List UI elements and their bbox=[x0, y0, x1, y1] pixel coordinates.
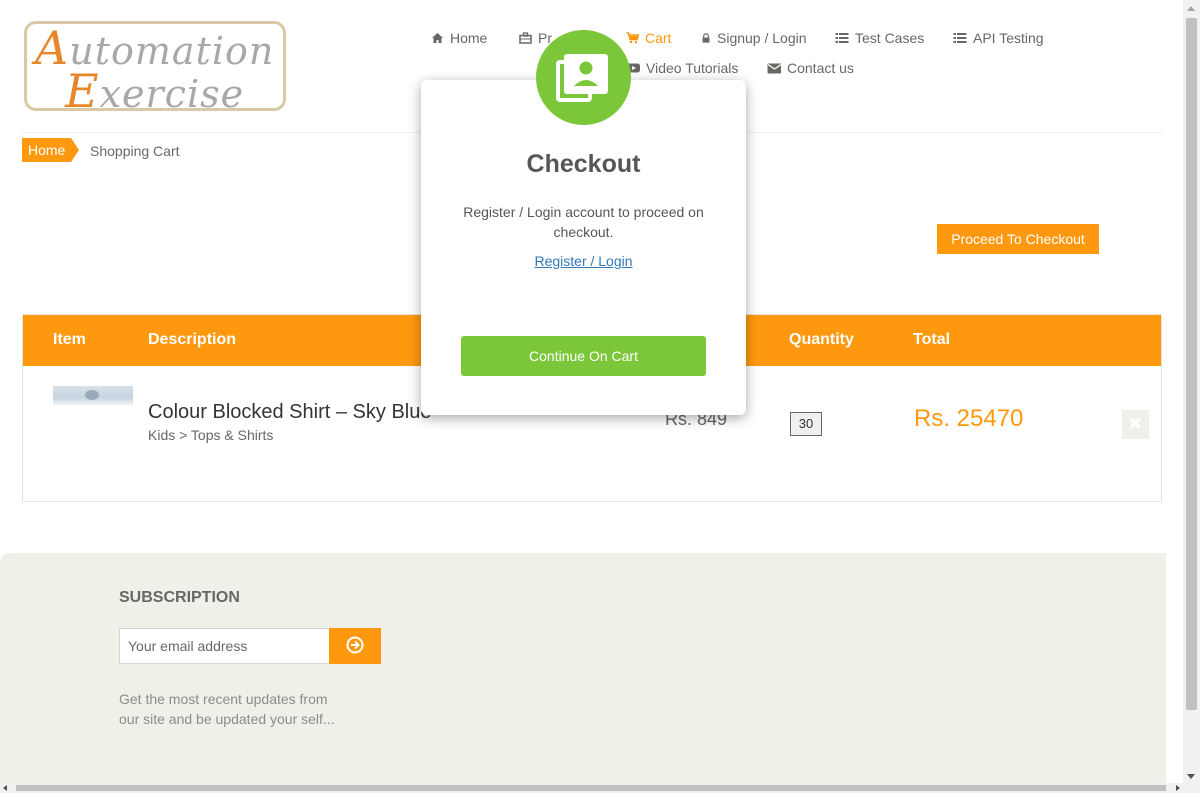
modal-badge bbox=[536, 30, 631, 125]
product-total: Rs. 25470 bbox=[914, 405, 1024, 432]
nav-signup-login[interactable]: Signup / Login bbox=[701, 30, 807, 46]
nav-test-cases[interactable]: Test Cases bbox=[835, 30, 924, 46]
lock-icon bbox=[702, 33, 710, 43]
scroll-up-icon[interactable] bbox=[1187, 6, 1195, 11]
product-name-link[interactable]: Colour Blocked Shirt – Sky Blue bbox=[148, 401, 431, 424]
vertical-scrollbar[interactable] bbox=[1183, 0, 1200, 793]
envelope-icon bbox=[767, 63, 781, 74]
nav-signup-label: Signup / Login bbox=[717, 30, 807, 46]
scroll-left-icon[interactable] bbox=[3, 785, 7, 791]
header-description: Description bbox=[148, 331, 237, 348]
proceed-to-checkout-button[interactable]: Proceed To Checkout bbox=[937, 224, 1099, 254]
header-total: Total bbox=[913, 331, 951, 348]
nav-api-testing[interactable]: API Testing bbox=[953, 30, 1044, 46]
nav-home-label: Home bbox=[450, 30, 488, 46]
subscription-title: SUBSCRIPTION bbox=[119, 589, 240, 606]
nav-home[interactable]: Home bbox=[431, 30, 487, 46]
subscription-email-input[interactable] bbox=[119, 628, 330, 664]
list-icon bbox=[835, 33, 849, 43]
footer: SUBSCRIPTION Get the most recent updates… bbox=[0, 553, 1166, 793]
logo-text-2: xercise bbox=[99, 72, 245, 116]
briefcase-icon bbox=[519, 32, 532, 44]
modal-message: Register / Login account to proceed on c… bbox=[463, 204, 704, 240]
logo-cap-e: E bbox=[65, 64, 100, 118]
horizontal-scrollbar[interactable] bbox=[0, 783, 1183, 793]
horizontal-scroll-thumb[interactable] bbox=[16, 785, 1166, 791]
product-image[interactable] bbox=[53, 386, 133, 405]
scroll-right-icon[interactable] bbox=[1176, 785, 1180, 791]
continue-on-cart-button[interactable]: Continue On Cart bbox=[461, 336, 706, 376]
nav-cart-label: Cart bbox=[645, 30, 672, 46]
site-logo[interactable]: Automation Exercise bbox=[24, 21, 286, 114]
breadcrumb-current: Shopping Cart bbox=[90, 143, 180, 159]
home-icon bbox=[432, 33, 443, 43]
subscription-note: Get the most recent updates from our sit… bbox=[119, 691, 335, 727]
nav-test-cases-label: Test Cases bbox=[855, 30, 925, 46]
quantity-button[interactable]: 30 bbox=[790, 412, 822, 436]
product-category: Kids > Tops & Shirts bbox=[148, 427, 274, 443]
delete-item-button[interactable]: ✖ bbox=[1122, 410, 1149, 439]
header-quantity: Quantity bbox=[789, 331, 854, 348]
nav-contact-label: Contact us bbox=[787, 60, 854, 76]
nav-cart[interactable]: Cart bbox=[626, 30, 671, 46]
close-icon: ✖ bbox=[1128, 416, 1143, 433]
arrow-circle-right-icon bbox=[346, 636, 364, 653]
modal-title: Checkout bbox=[526, 150, 641, 178]
nav-api-testing-label: API Testing bbox=[973, 30, 1044, 46]
vertical-scroll-thumb[interactable] bbox=[1186, 18, 1197, 710]
scroll-down-icon[interactable] bbox=[1187, 774, 1195, 779]
contact-card-icon bbox=[556, 54, 608, 102]
list-icon bbox=[953, 33, 967, 43]
subscribe-button[interactable] bbox=[329, 628, 381, 664]
nav-contact-us[interactable]: Contact us bbox=[767, 60, 854, 76]
breadcrumb-home[interactable]: Home bbox=[22, 138, 80, 162]
header-item: Item bbox=[53, 331, 86, 348]
register-login-link[interactable]: Register / Login bbox=[421, 253, 746, 269]
checkout-modal: Checkout Register / Login account to pro… bbox=[421, 80, 746, 415]
nav-video-tutorials[interactable]: Video Tutorials bbox=[627, 60, 738, 76]
nav-video-label: Video Tutorials bbox=[646, 60, 739, 76]
